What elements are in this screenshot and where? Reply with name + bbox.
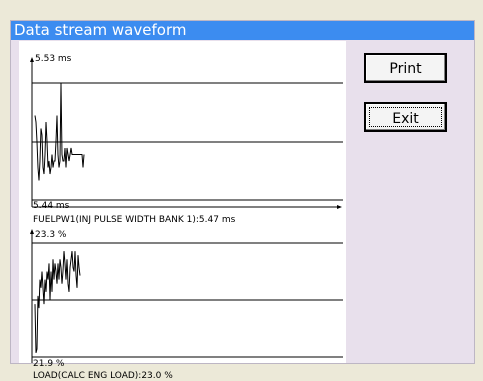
- exit-button-label: Exit: [392, 111, 419, 127]
- chart-1-min-label: 5.44 ms: [33, 201, 70, 211]
- chart-2-y-arrow: [30, 229, 34, 234]
- print-button[interactable]: Print: [364, 53, 447, 83]
- print-button-label: Print: [389, 61, 422, 77]
- chart-2-max-label: 23.3 %: [35, 230, 67, 240]
- chart-1-y-arrow: [30, 57, 34, 62]
- exit-button-focus-rect: Exit: [369, 107, 442, 127]
- chart-1-x-arrow: [337, 205, 342, 209]
- exit-button[interactable]: Exit: [364, 102, 447, 132]
- waveform-panel: 5.53 ms 5.44 ms FUELPW1(INJ PULSE WIDTH …: [19, 41, 346, 381]
- chart-1-max-label: 5.53 ms: [35, 54, 72, 64]
- chart-1-frame: [30, 57, 343, 209]
- chart-1-caption: FUELPW1(INJ PULSE WIDTH BANK 1):5.47 ms: [33, 215, 236, 225]
- chart-2-series-line: [34, 251, 81, 354]
- chart-2-frame: [30, 229, 343, 363]
- window-title: Data stream waveform: [11, 21, 474, 40]
- chart-1-series-line: [34, 82, 85, 181]
- chart-2-min-label: 21.9 %: [33, 359, 65, 369]
- data-stream-window: Data stream waveform 5.53 ms 5.44 ms FUE…: [10, 20, 475, 381]
- chart-2-caption: LOAD(CALC ENG LOAD):23.0 %: [33, 371, 173, 381]
